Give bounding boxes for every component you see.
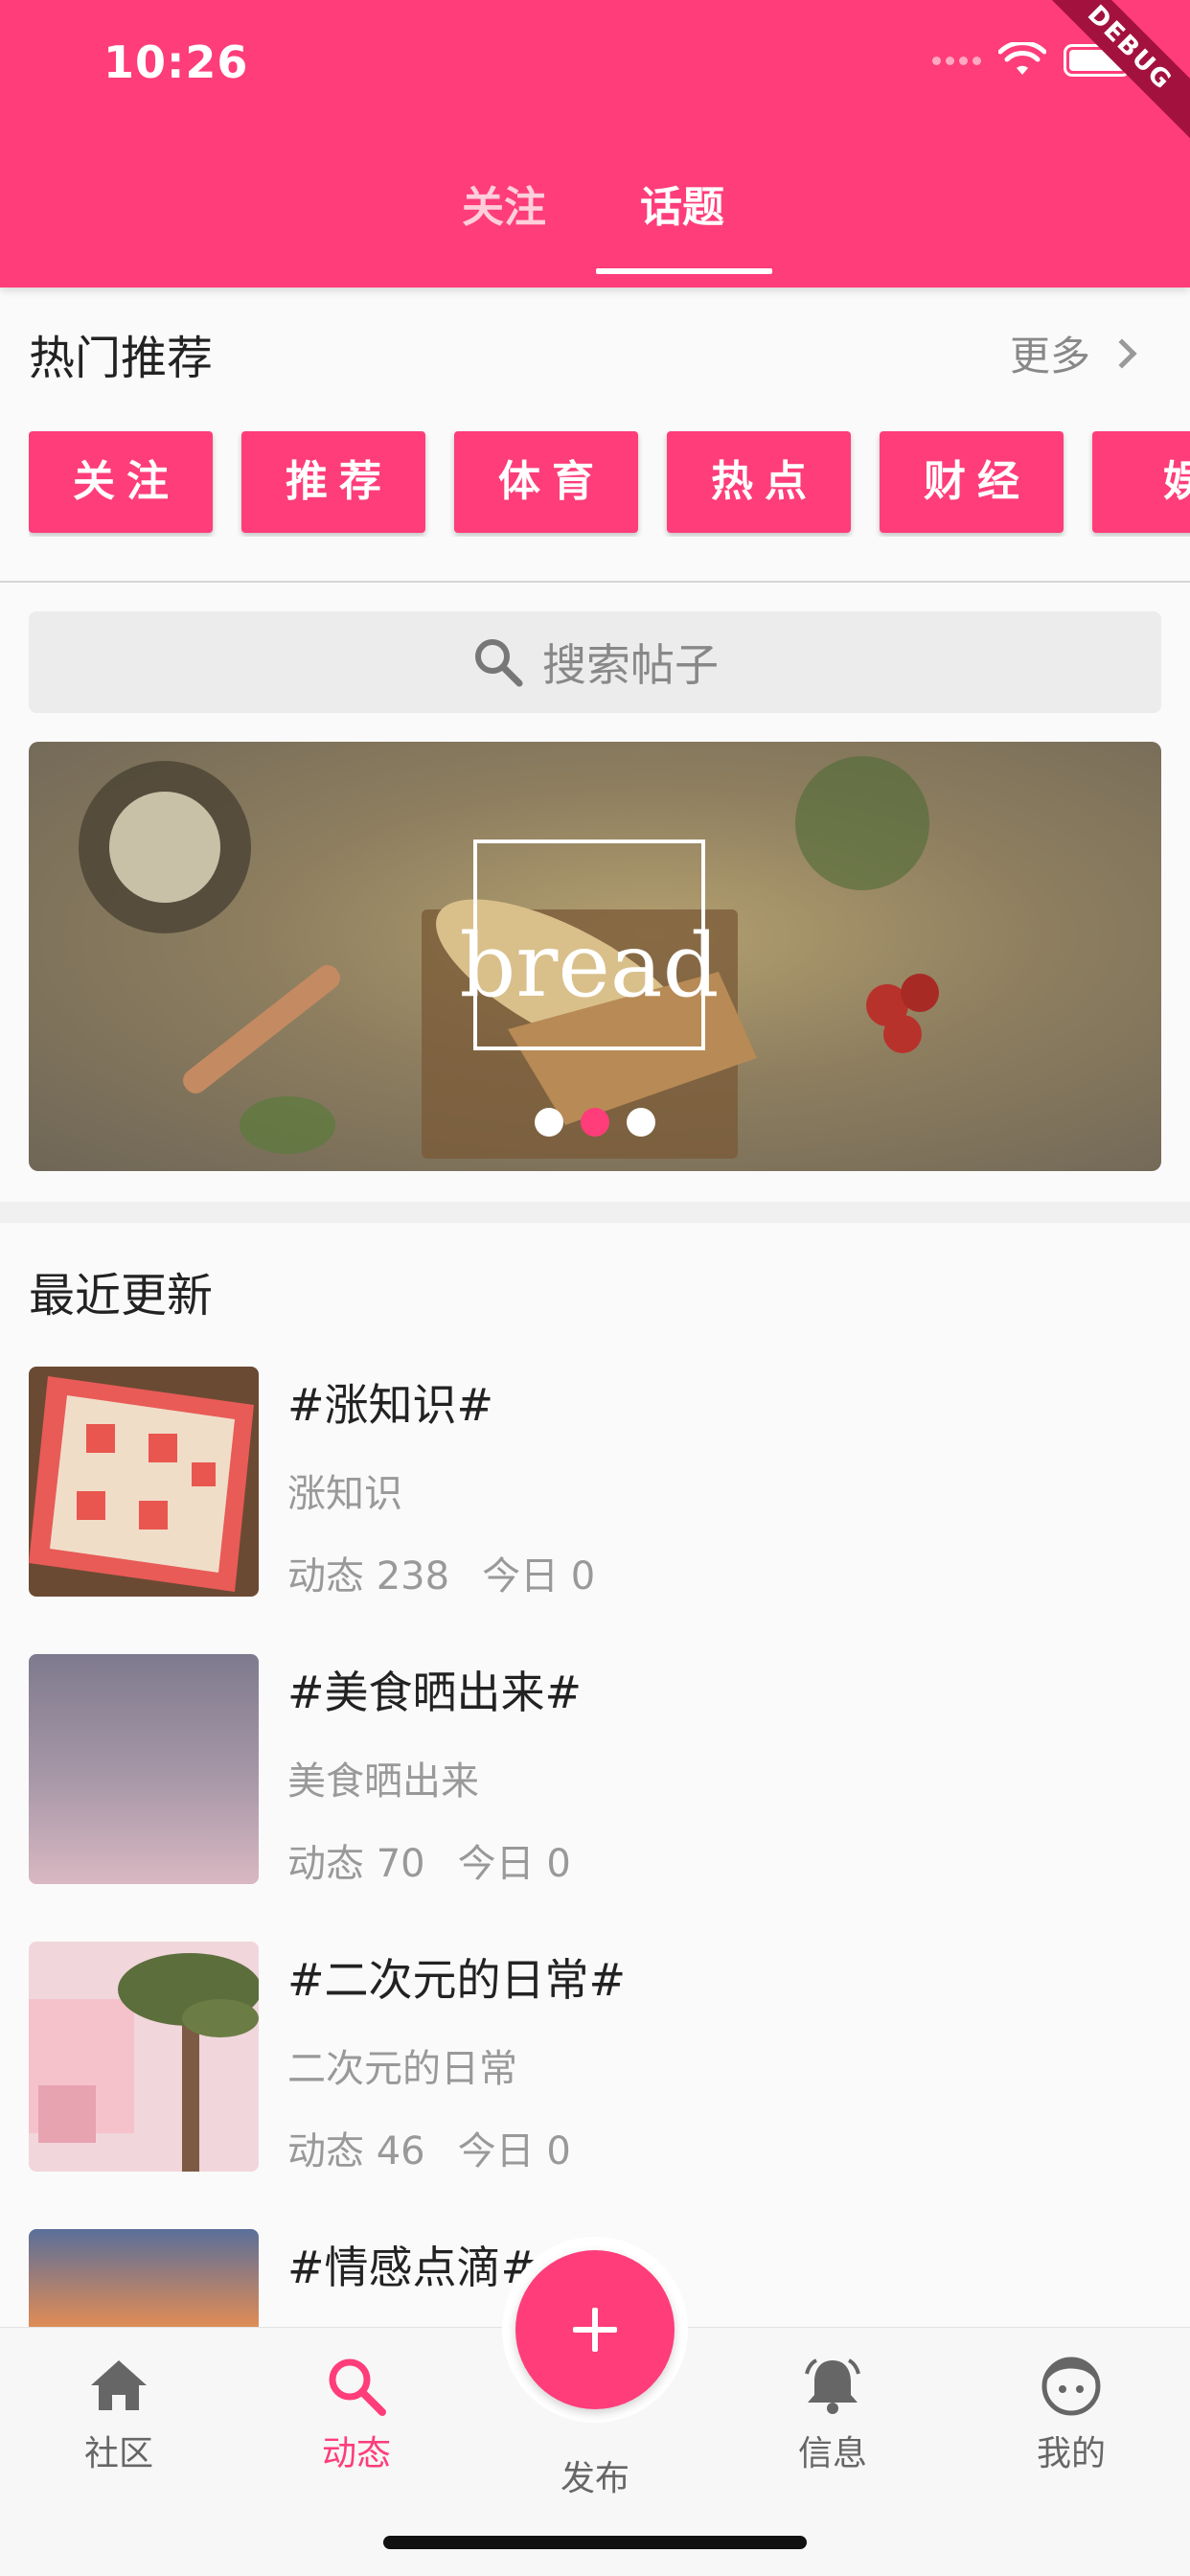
nav-dynamics[interactable]: 动态: [261, 2353, 452, 2475]
tab-topics[interactable]: 话题: [640, 172, 724, 234]
nav-messages[interactable]: 信息: [737, 2353, 928, 2475]
signal-icon: [932, 56, 981, 65]
banner-text: bread: [459, 914, 719, 1017]
topic-post-count: 动态 238: [287, 1554, 450, 1598]
nav-profile[interactable]: 我的: [975, 2353, 1167, 2475]
tab-follow[interactable]: 关注: [462, 172, 546, 234]
topic-today-count: 今日 0: [457, 2129, 571, 2174]
topic-thumbnail: [29, 1942, 259, 2172]
topic-title: #涨知识#: [287, 1379, 494, 1431]
status-time: 10:26: [103, 36, 249, 88]
nav-label: 我的: [1036, 2434, 1106, 2473]
app-bar: 10:26 DEBUG 关注 话题: [0, 0, 1190, 288]
carousel-dot[interactable]: [627, 1108, 655, 1137]
chip-follow[interactable]: 关注: [29, 431, 213, 533]
divider: [0, 581, 1190, 583]
nav-label: 动态: [321, 2434, 391, 2473]
hot-section-title: 热门推荐: [29, 332, 214, 385]
chevron-right-icon: [1107, 337, 1137, 369]
chip-recommend[interactable]: 推荐: [241, 431, 425, 533]
publish-button[interactable]: [515, 2250, 675, 2409]
search-icon: [475, 639, 523, 687]
more-label: 更多: [1009, 333, 1090, 380]
nav-community[interactable]: 社区: [23, 2353, 215, 2475]
topic-title: #情感点滴#: [287, 2242, 538, 2293]
list-item[interactable]: #美食晒出来# 美食晒出来 动态 70 今日 0: [29, 1654, 1161, 1886]
topic-subtitle: 涨知识: [287, 1472, 402, 1516]
face-icon: [1041, 2357, 1101, 2416]
home-indicator[interactable]: [383, 2536, 807, 2549]
search-icon: [329, 2358, 386, 2416]
chip-hot[interactable]: 热点: [667, 431, 851, 533]
search-bar[interactable]: 搜索帖子: [29, 611, 1161, 713]
topic-thumbnail: [29, 1654, 259, 1884]
topic-today-count: 今日 0: [457, 1842, 571, 1886]
home-icon: [91, 2360, 147, 2410]
topic-post-count: 动态 46: [287, 2129, 425, 2174]
topic-stats: 动态 46 今日 0: [287, 2120, 571, 2175]
list-item[interactable]: #二次元的日常# 二次元的日常 动态 46 今日 0: [29, 1942, 1161, 2175]
chip-sports[interactable]: 体育: [454, 431, 638, 533]
topic-subtitle: 二次元的日常: [287, 2047, 517, 2091]
topic-title: #美食晒出来#: [287, 1667, 583, 1718]
nav-label: 社区: [83, 2434, 153, 2473]
topic-thumbnail: [29, 1367, 259, 1597]
topic-stats: 动态 70 今日 0: [287, 1832, 571, 1888]
recent-section-title: 最近更新: [29, 1269, 214, 1322]
carousel-dot-active[interactable]: [581, 1108, 609, 1137]
banner-image: bread: [79, 756, 939, 1159]
topic-today-count: 今日 0: [482, 1554, 596, 1598]
topic-stats: 动态 238 今日 0: [287, 1545, 595, 1600]
bell-icon: [805, 2358, 860, 2414]
category-chips: 关注 推荐 体育 热点 财经 娱: [29, 431, 1190, 537]
wifi-icon: [998, 42, 1046, 75]
plus-icon: [573, 2308, 617, 2352]
nav-label: 信息: [797, 2434, 867, 2473]
section-gap: [0, 1202, 1190, 1223]
search-placeholder: 搜索帖子: [542, 639, 719, 691]
chip-finance[interactable]: 财经: [880, 431, 1064, 533]
more-button[interactable]: 更多: [1009, 324, 1137, 382]
topic-subtitle: 美食晒出来: [287, 1760, 479, 1804]
topic-post-count: 动态 70: [287, 1842, 425, 1886]
list-item[interactable]: #涨知识# 涨知识 动态 238 今日 0: [29, 1367, 1161, 1600]
nav-publish-label[interactable]: 发布: [499, 2445, 691, 2500]
banner-carousel[interactable]: bread: [29, 742, 1161, 1171]
chip-entertainment[interactable]: 娱: [1092, 431, 1190, 533]
carousel-dots: [535, 1108, 655, 1137]
nav-label: 发布: [560, 2459, 629, 2498]
topic-title: #二次元的日常#: [287, 1954, 627, 2006]
tab-indicator: [596, 268, 772, 274]
carousel-dot[interactable]: [535, 1108, 563, 1137]
top-tabs: 关注 话题: [0, 172, 1190, 278]
